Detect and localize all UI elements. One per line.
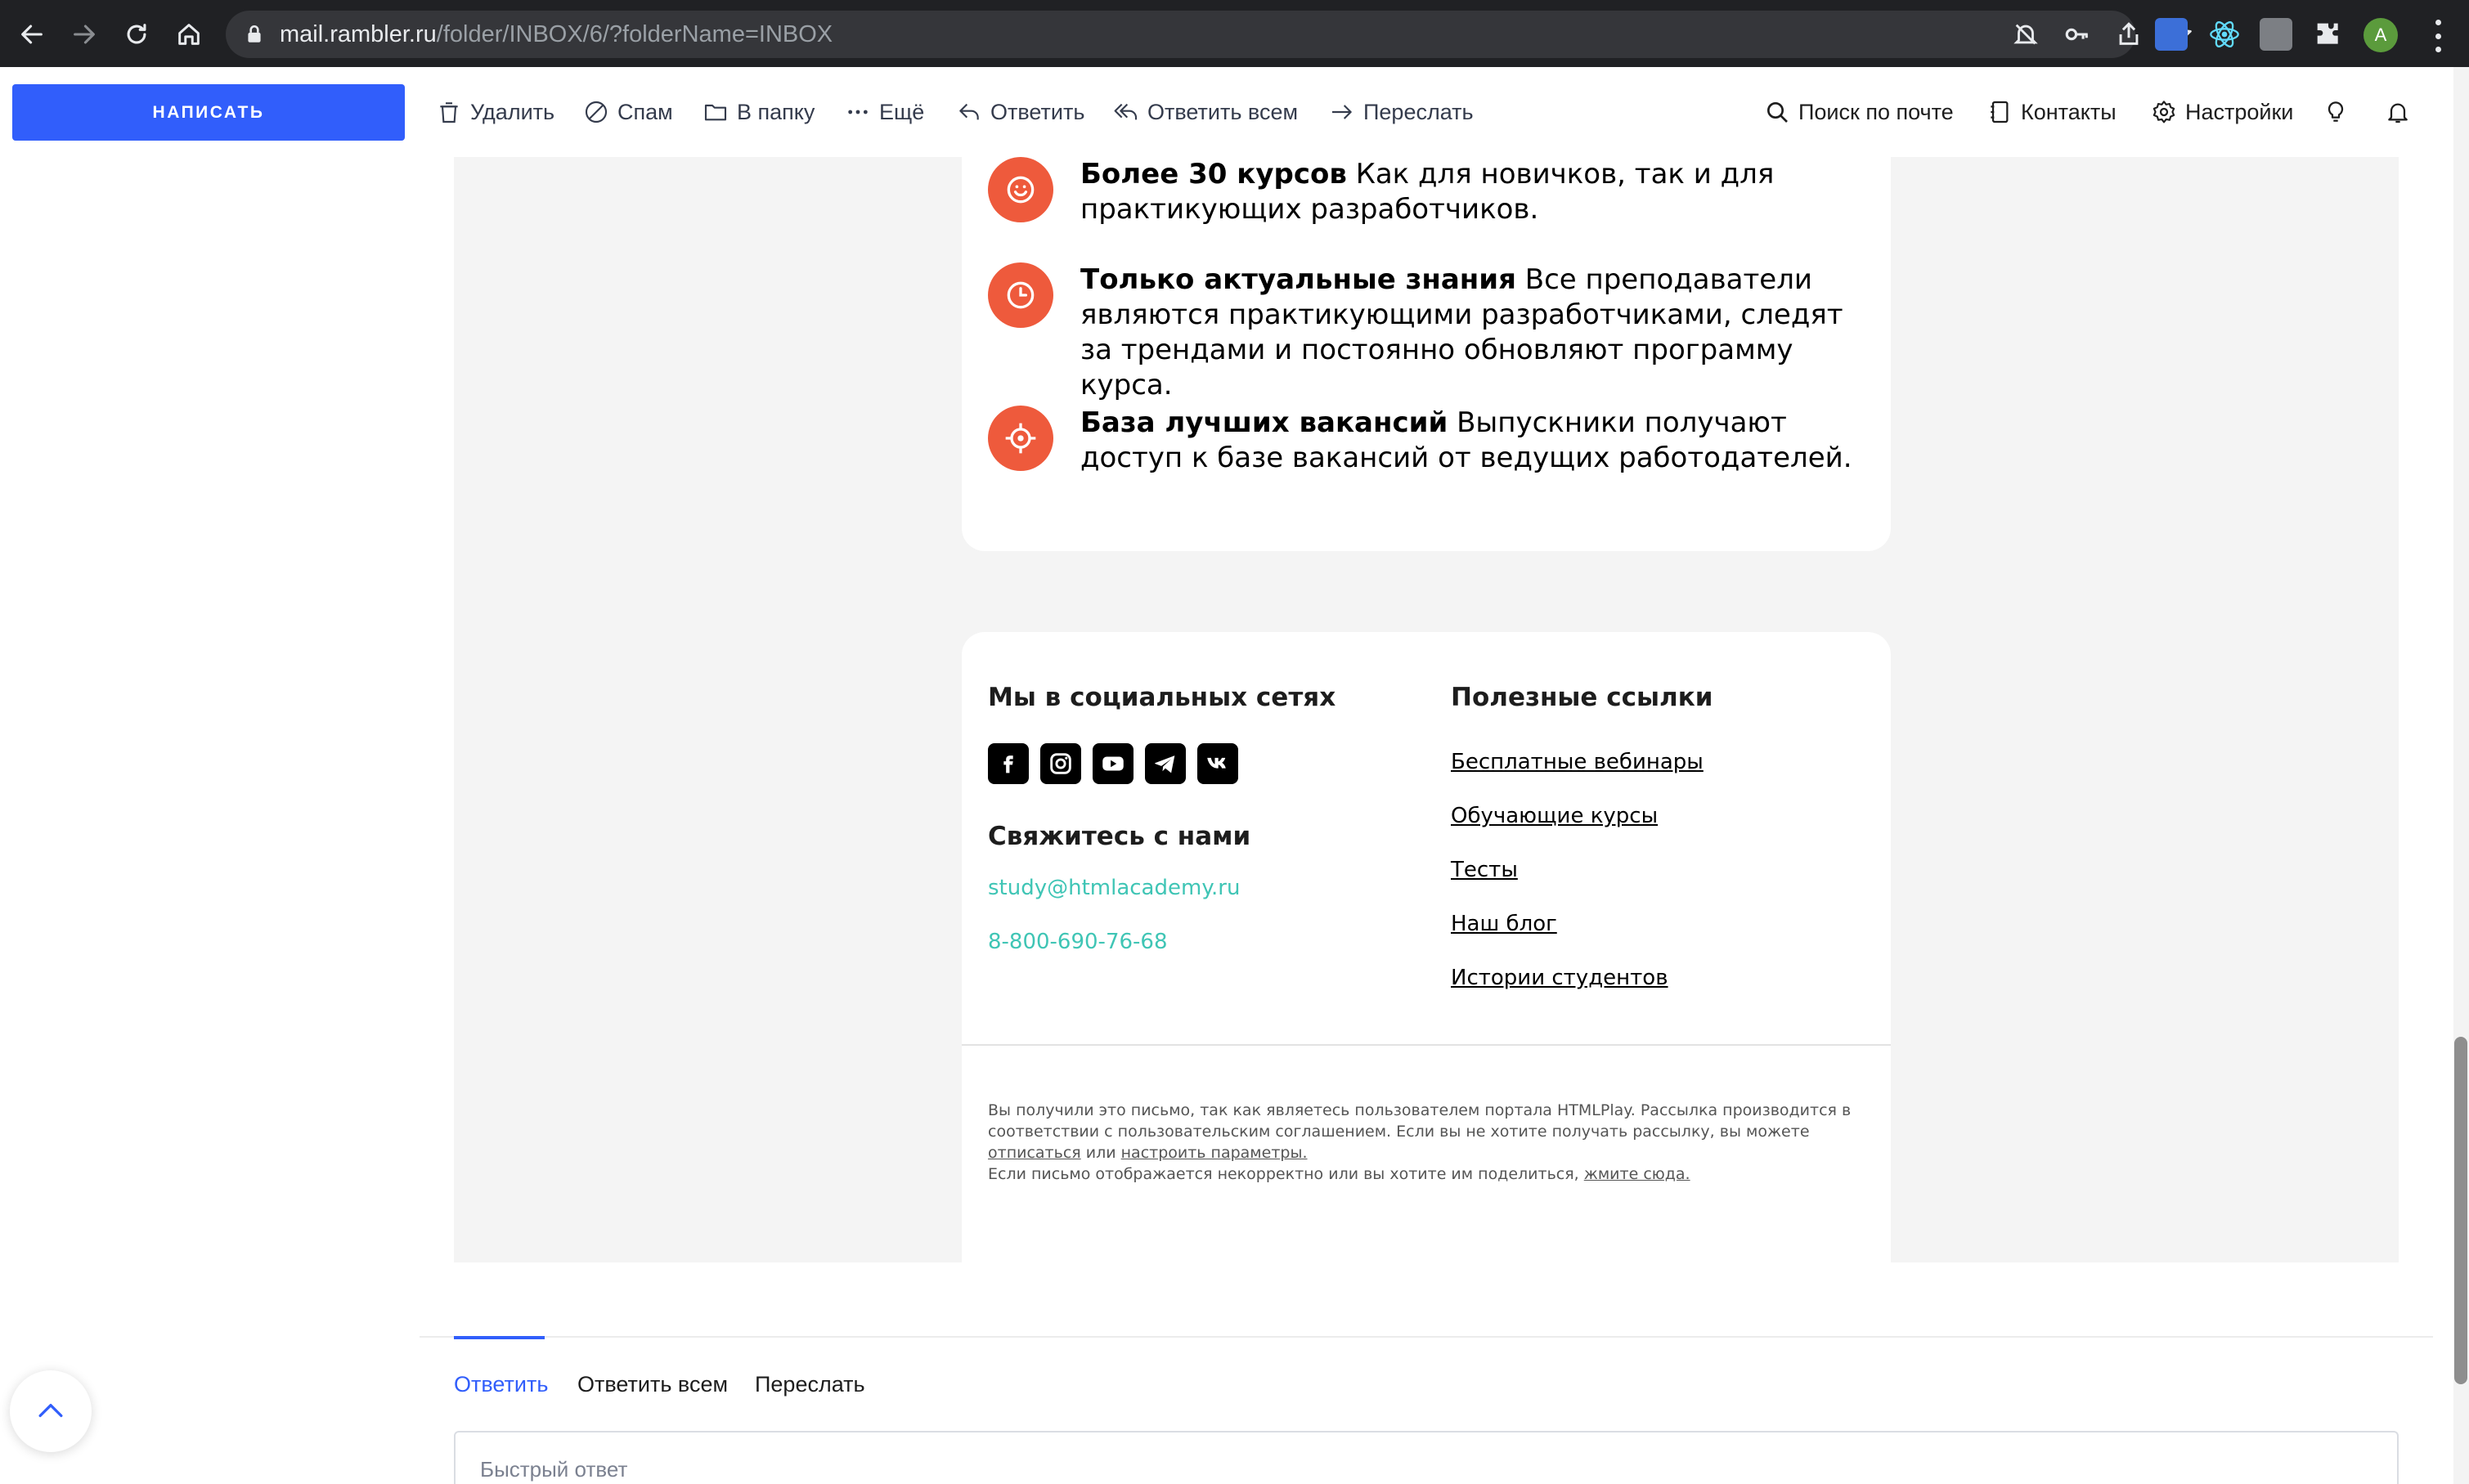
- tips-button[interactable]: [2323, 94, 2349, 130]
- youtube-icon[interactable]: [1093, 743, 1133, 784]
- vk-icon[interactable]: [1197, 743, 1238, 784]
- tab-reply[interactable]: Ответить: [454, 1372, 548, 1397]
- feature-text: Более 30 курсов Как для новичков, так и …: [1080, 157, 1857, 227]
- mail-toolbar: НАПИСАТЬ Удалить Спам В папку Ещё Ответи…: [0, 67, 2469, 157]
- translate-extension-icon[interactable]: [2155, 18, 2188, 51]
- reply-button[interactable]: Ответить: [956, 94, 1084, 130]
- home-icon[interactable]: [172, 17, 206, 52]
- telegram-icon[interactable]: [1145, 743, 1186, 784]
- browser-chrome: mail.rambler.ru/folder/INBOX/6/?folderNa…: [0, 0, 2469, 67]
- more-label: Ещё: [879, 99, 925, 124]
- reply-all-button[interactable]: Ответить всем: [1113, 94, 1298, 130]
- feature-title: База лучших вакансий: [1080, 406, 1448, 439]
- facebook-icon[interactable]: [988, 743, 1029, 784]
- forward-icon[interactable]: [67, 17, 101, 52]
- forward-label: Переслать: [1363, 99, 1474, 124]
- reply-all-label: Ответить всем: [1147, 99, 1299, 124]
- compose-button[interactable]: НАПИСАТЬ: [12, 84, 405, 141]
- tab-forward[interactable]: Переслать: [755, 1372, 865, 1397]
- contacts-button[interactable]: Контакты: [1986, 94, 2117, 130]
- quick-reply-input[interactable]: [480, 1457, 1134, 1482]
- lightbulb-icon: [2328, 101, 2344, 122]
- feature-text: База лучших вакансий Выпускники получают…: [1080, 406, 1857, 476]
- url-host: mail.rambler.ru: [280, 21, 437, 47]
- footer-divider: [962, 1044, 1891, 1046]
- feature-text: Только актуальные знания Все преподавате…: [1080, 262, 1857, 403]
- reply-label: Ответить: [990, 99, 1085, 124]
- forward-arrow-icon: [1332, 105, 1352, 119]
- spam-label: Спам: [617, 99, 673, 124]
- gear-icon: [2153, 101, 2175, 123]
- settings-label: Настройки: [2185, 99, 2294, 124]
- trash-icon: [440, 102, 458, 123]
- page-scrollbar-thumb[interactable]: [2454, 1037, 2467, 1384]
- click-here-link[interactable]: жмите сюда.: [1584, 1165, 1690, 1183]
- notifications-button[interactable]: [2385, 94, 2411, 130]
- move-to-folder-button[interactable]: В папку: [703, 94, 815, 130]
- unsubscribe-link[interactable]: отписаться: [988, 1144, 1081, 1162]
- features-card: Более 30 курсов Как для новичков, так и …: [962, 157, 1891, 551]
- lock-icon: [248, 25, 261, 43]
- useful-links-title: Полезные ссылки: [1451, 683, 1713, 712]
- legal-line-1: Вы получили это письмо, так как являетес…: [988, 1101, 1852, 1141]
- extension-icon[interactable]: [2260, 18, 2292, 51]
- address-bar[interactable]: mail.rambler.ru/folder/INBOX/6/?folderNa…: [226, 11, 2192, 58]
- instagram-icon[interactable]: [1040, 743, 1081, 784]
- quick-reply-box[interactable]: [454, 1431, 2399, 1484]
- contact-email-link[interactable]: study@htmlacademy.ru: [988, 876, 1240, 900]
- profile-avatar[interactable]: A: [2364, 18, 2398, 52]
- chevron-up-icon: [38, 1404, 63, 1418]
- scroll-to-top-button[interactable]: [10, 1370, 92, 1452]
- delete-button[interactable]: Удалить: [436, 94, 554, 130]
- react-devtools-icon[interactable]: [2208, 18, 2241, 51]
- search-mail-button[interactable]: Поиск по почте: [1764, 94, 1954, 130]
- notifications-blocked-icon[interactable]: [2012, 20, 2040, 48]
- folder-icon: [704, 104, 727, 121]
- back-icon[interactable]: [15, 17, 49, 52]
- legal-text: Вы получили это письмо, так как являетес…: [988, 1100, 1879, 1185]
- reply-separator: [420, 1336, 2433, 1338]
- reply-all-icon: [1114, 103, 1138, 120]
- key-icon[interactable]: [2063, 20, 2091, 48]
- footer-card: Мы в социальных сетях Свяжитесь с нами s…: [962, 632, 1891, 1262]
- reply-icon: [959, 103, 979, 120]
- smile-icon: [988, 157, 1053, 222]
- legal-line-2: Если письмо отображается некорректно или…: [988, 1165, 1584, 1183]
- contact-phone-link[interactable]: 8-800-690-76-68: [988, 930, 1168, 954]
- feature-title: Более 30 курсов: [1080, 158, 1347, 191]
- active-tab-indicator: [454, 1336, 545, 1339]
- reload-icon[interactable]: [119, 17, 154, 52]
- feature-title: Только актуальные знания: [1080, 263, 1516, 296]
- forward-button[interactable]: Переслать: [1329, 94, 1474, 130]
- tab-reply-all[interactable]: Ответить всем: [577, 1372, 728, 1397]
- link-free-webinars[interactable]: Бесплатные вебинары: [1451, 750, 1704, 774]
- link-tests[interactable]: Тесты: [1451, 858, 1518, 882]
- target-icon: [988, 406, 1053, 471]
- spam-button[interactable]: Спам: [583, 94, 673, 130]
- url-path: /folder/INBOX/6/?folderName=INBOX: [436, 21, 833, 47]
- bell-icon: [2388, 103, 2408, 123]
- contacts-label: Контакты: [2021, 99, 2117, 124]
- browser-menu-icon[interactable]: [2433, 20, 2443, 52]
- legal-or: или: [1080, 1144, 1121, 1162]
- delete-label: Удалить: [470, 99, 555, 124]
- share-icon[interactable]: [2115, 20, 2143, 48]
- settings-button[interactable]: Настройки: [2151, 94, 2293, 130]
- search-icon: [1767, 102, 1788, 123]
- contact-title: Свяжитесь с нами: [988, 822, 1251, 851]
- link-student-stories[interactable]: Истории студентов: [1451, 966, 1668, 990]
- search-label: Поиск по почте: [1798, 99, 1954, 124]
- folder-label: В папку: [737, 99, 815, 124]
- url-text: mail.rambler.ru/folder/INBOX/6/?folderNa…: [280, 21, 833, 48]
- contacts-book-icon: [1991, 101, 2009, 123]
- configure-link[interactable]: настроить параметры.: [1121, 1144, 1308, 1162]
- more-button[interactable]: Ещё: [845, 94, 924, 130]
- puzzle-icon[interactable]: [2312, 18, 2345, 51]
- clock-icon: [988, 262, 1053, 328]
- social-title: Мы в социальных сетях: [988, 683, 1336, 712]
- spam-icon: [585, 101, 608, 123]
- more-dots-icon: [848, 110, 868, 114]
- link-courses[interactable]: Обучающие курсы: [1451, 804, 1658, 828]
- link-blog[interactable]: Наш блог: [1451, 912, 1557, 936]
